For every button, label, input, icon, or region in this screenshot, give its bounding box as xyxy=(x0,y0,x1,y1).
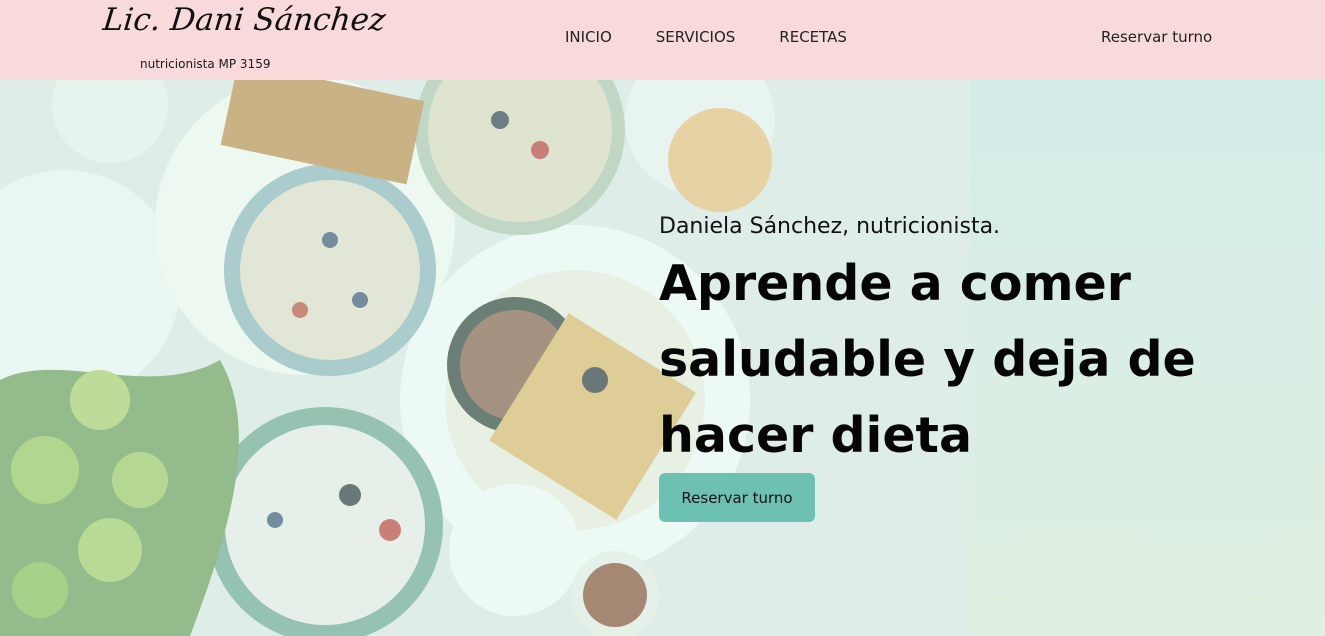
book-appointment-button[interactable]: Reservar turno xyxy=(659,473,815,522)
logo-subtitle: nutricionista MP 3159 xyxy=(140,57,271,71)
hero-title: Aprende a comer saludable y deja de hace… xyxy=(659,255,1196,464)
navbar: Lic. Dani Sánchez nutricionista MP 3159 … xyxy=(0,0,1325,80)
nav-book-appointment-link[interactable]: Reservar turno xyxy=(1101,28,1212,46)
nav-link-servicios[interactable]: SERVICIOS xyxy=(656,28,736,46)
nav-link-recetas[interactable]: RECETAS xyxy=(779,28,847,46)
nav-link-inicio[interactable]: INICIO xyxy=(565,28,612,46)
logo-signature: Lic. Dani Sánchez xyxy=(101,2,388,38)
logo[interactable]: Lic. Dani Sánchez nutricionista MP 3159 xyxy=(101,2,387,76)
hero-subtitle: Daniela Sánchez, nutricionista. xyxy=(659,214,1001,239)
main-nav: INICIO SERVICIOS RECETAS xyxy=(565,28,891,46)
hero-section: Daniela Sánchez, nutricionista. Aprende … xyxy=(0,80,1325,636)
